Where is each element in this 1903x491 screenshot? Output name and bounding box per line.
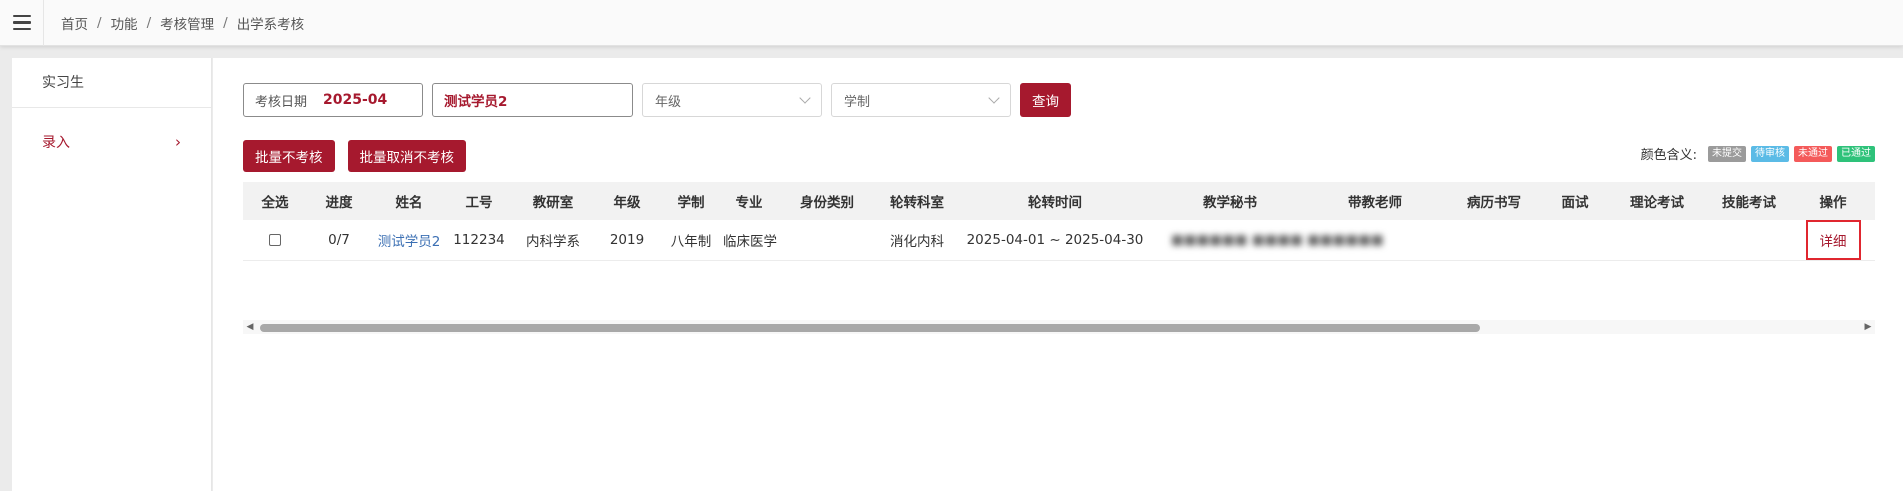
breadcrumb-separator: / [97, 14, 102, 31]
legend-title: 颜色含义: [1640, 148, 1697, 163]
scroll-left-icon[interactable]: ◀ [243, 320, 257, 334]
header-system: 学制 [677, 195, 705, 211]
cell-interview [1543, 220, 1607, 261]
header-skill-exam: 技能考试 [1722, 195, 1776, 211]
query-button[interactable]: 查询 [1020, 83, 1071, 117]
row-checkbox[interactable] [269, 234, 281, 246]
header-theory-exam: 理论考试 [1630, 195, 1684, 211]
legend-chip-passed: 已通过 [1837, 145, 1875, 162]
cell-progress: 0/7 [328, 232, 350, 248]
batch-cancel-no-assess-button[interactable]: 批量取消不考核 [347, 140, 466, 172]
header-rotation-dept: 轮转科室 [890, 195, 944, 211]
header-action: 操作 [1819, 195, 1847, 211]
header-name: 姓名 [395, 195, 423, 211]
education-system-select[interactable]: 学制 [831, 83, 1011, 117]
assessment-table: 全选 进度 姓名 工号 教研室 年级 学制 专业 身份类别 轮转科室 轮转时间 … [243, 182, 1875, 261]
header-interview: 面试 [1561, 195, 1589, 211]
cell-grade: 2019 [609, 232, 645, 248]
header-identity: 身份类别 [800, 195, 854, 211]
table-header-row: 全选 进度 姓名 工号 教研室 年级 学制 专业 身份类别 轮转科室 轮转时间 … [243, 182, 1875, 220]
sidebar-item-label: 录入 [42, 135, 70, 151]
header-select-all[interactable]: 全选 [243, 182, 307, 220]
grade-placeholder: 年级 [655, 94, 682, 110]
detail-button[interactable]: 详细 [1805, 220, 1861, 260]
cell-id: 112234 [453, 232, 505, 248]
legend-chip-failed: 未通过 [1794, 145, 1832, 162]
breadcrumb-current: 出学系考核 [236, 16, 305, 33]
education-system-placeholder: 学制 [844, 94, 871, 110]
scrollbar-thumb[interactable] [260, 324, 1480, 332]
scrollbar-track[interactable] [257, 320, 1861, 334]
color-legend: 颜色含义: 未提交 待审核 未通过 已通过 [1641, 144, 1875, 163]
chevron-down-icon [799, 91, 811, 104]
legend-chip-pending: 待审核 [1751, 145, 1789, 162]
assess-date-label: 考核日期 [255, 94, 308, 110]
assess-date-value: 2025-04 [323, 92, 388, 108]
header-teacher: 带教老师 [1348, 195, 1402, 211]
header-progress: 进度 [325, 195, 353, 211]
header-medical-record: 病历书写 [1467, 195, 1521, 211]
horizontal-scrollbar[interactable]: ◀ ▶ [243, 320, 1875, 334]
sidebar-item-entry[interactable]: 录入 › [12, 108, 211, 176]
cell-rotation-dept: 消化内科 [890, 234, 944, 250]
top-bar: 首页 / 功能 / 考核管理 / 出学系考核 [0, 0, 1903, 46]
batch-actions: 批量不考核 批量取消不考核 [243, 140, 466, 172]
student-name-link[interactable]: 测试学员2 [378, 234, 441, 250]
header-rotation-time: 轮转时间 [1028, 195, 1082, 211]
student-name-input[interactable]: 测试学员2 [432, 83, 633, 117]
breadcrumb-function[interactable]: 功能 [111, 13, 138, 33]
cell-theory-exam [1607, 220, 1707, 261]
main-content: 考核日期 2025-04 测试学员2 年级 学制 查询 批量不考核 批量取消不考… [213, 58, 1903, 491]
legend-chip-unsubmitted: 未提交 [1708, 145, 1746, 162]
sidebar-header: 实习生 [12, 58, 211, 108]
header-major: 专业 [735, 195, 763, 211]
cell-medical-record [1445, 220, 1543, 261]
table-row: 0/7 测试学员2 112234 内科学系 2019 八年制 临床医学 消化内科… [243, 220, 1875, 261]
filter-bar: 考核日期 2025-04 测试学员2 年级 学制 查询 [243, 83, 1071, 117]
cell-skill-exam [1707, 220, 1791, 261]
chevron-right-icon: › [175, 133, 181, 151]
cell-secretary-blurred: ■■■■■■ ■■■■ ■■■■■■ [1171, 232, 1384, 248]
header-secretary: 教学秘书 [1203, 195, 1257, 211]
sidebar: 实习生 录入 › [12, 58, 212, 491]
cell-rotation-time: 2025-04-01 ~ 2025-04-30 [966, 232, 1144, 248]
cell-identity [775, 220, 879, 261]
cell-dept: 内科学系 [526, 234, 580, 250]
batch-no-assess-button[interactable]: 批量不考核 [243, 140, 335, 172]
cell-system: 八年制 [670, 234, 712, 250]
header-dept: 教研室 [532, 195, 574, 211]
breadcrumb-separator: / [223, 14, 228, 31]
chevron-down-icon [988, 91, 1000, 104]
menu-toggle-icon[interactable] [0, 0, 44, 46]
breadcrumb-separator: / [146, 14, 152, 31]
assess-date-field[interactable]: 考核日期 2025-04 [243, 83, 423, 117]
cell-major: 临床医学 [723, 234, 777, 250]
breadcrumb: 首页 / 功能 / 考核管理 / 出学系考核 [61, 13, 304, 33]
scroll-right-icon[interactable]: ▶ [1861, 320, 1875, 334]
header-id: 工号 [465, 195, 493, 211]
breadcrumb-assessment-management[interactable]: 考核管理 [160, 13, 214, 33]
breadcrumb-home[interactable]: 首页 [61, 13, 88, 33]
header-grade: 年级 [613, 195, 641, 211]
student-name-value: 测试学员2 [444, 94, 508, 110]
grade-select[interactable]: 年级 [642, 83, 822, 117]
